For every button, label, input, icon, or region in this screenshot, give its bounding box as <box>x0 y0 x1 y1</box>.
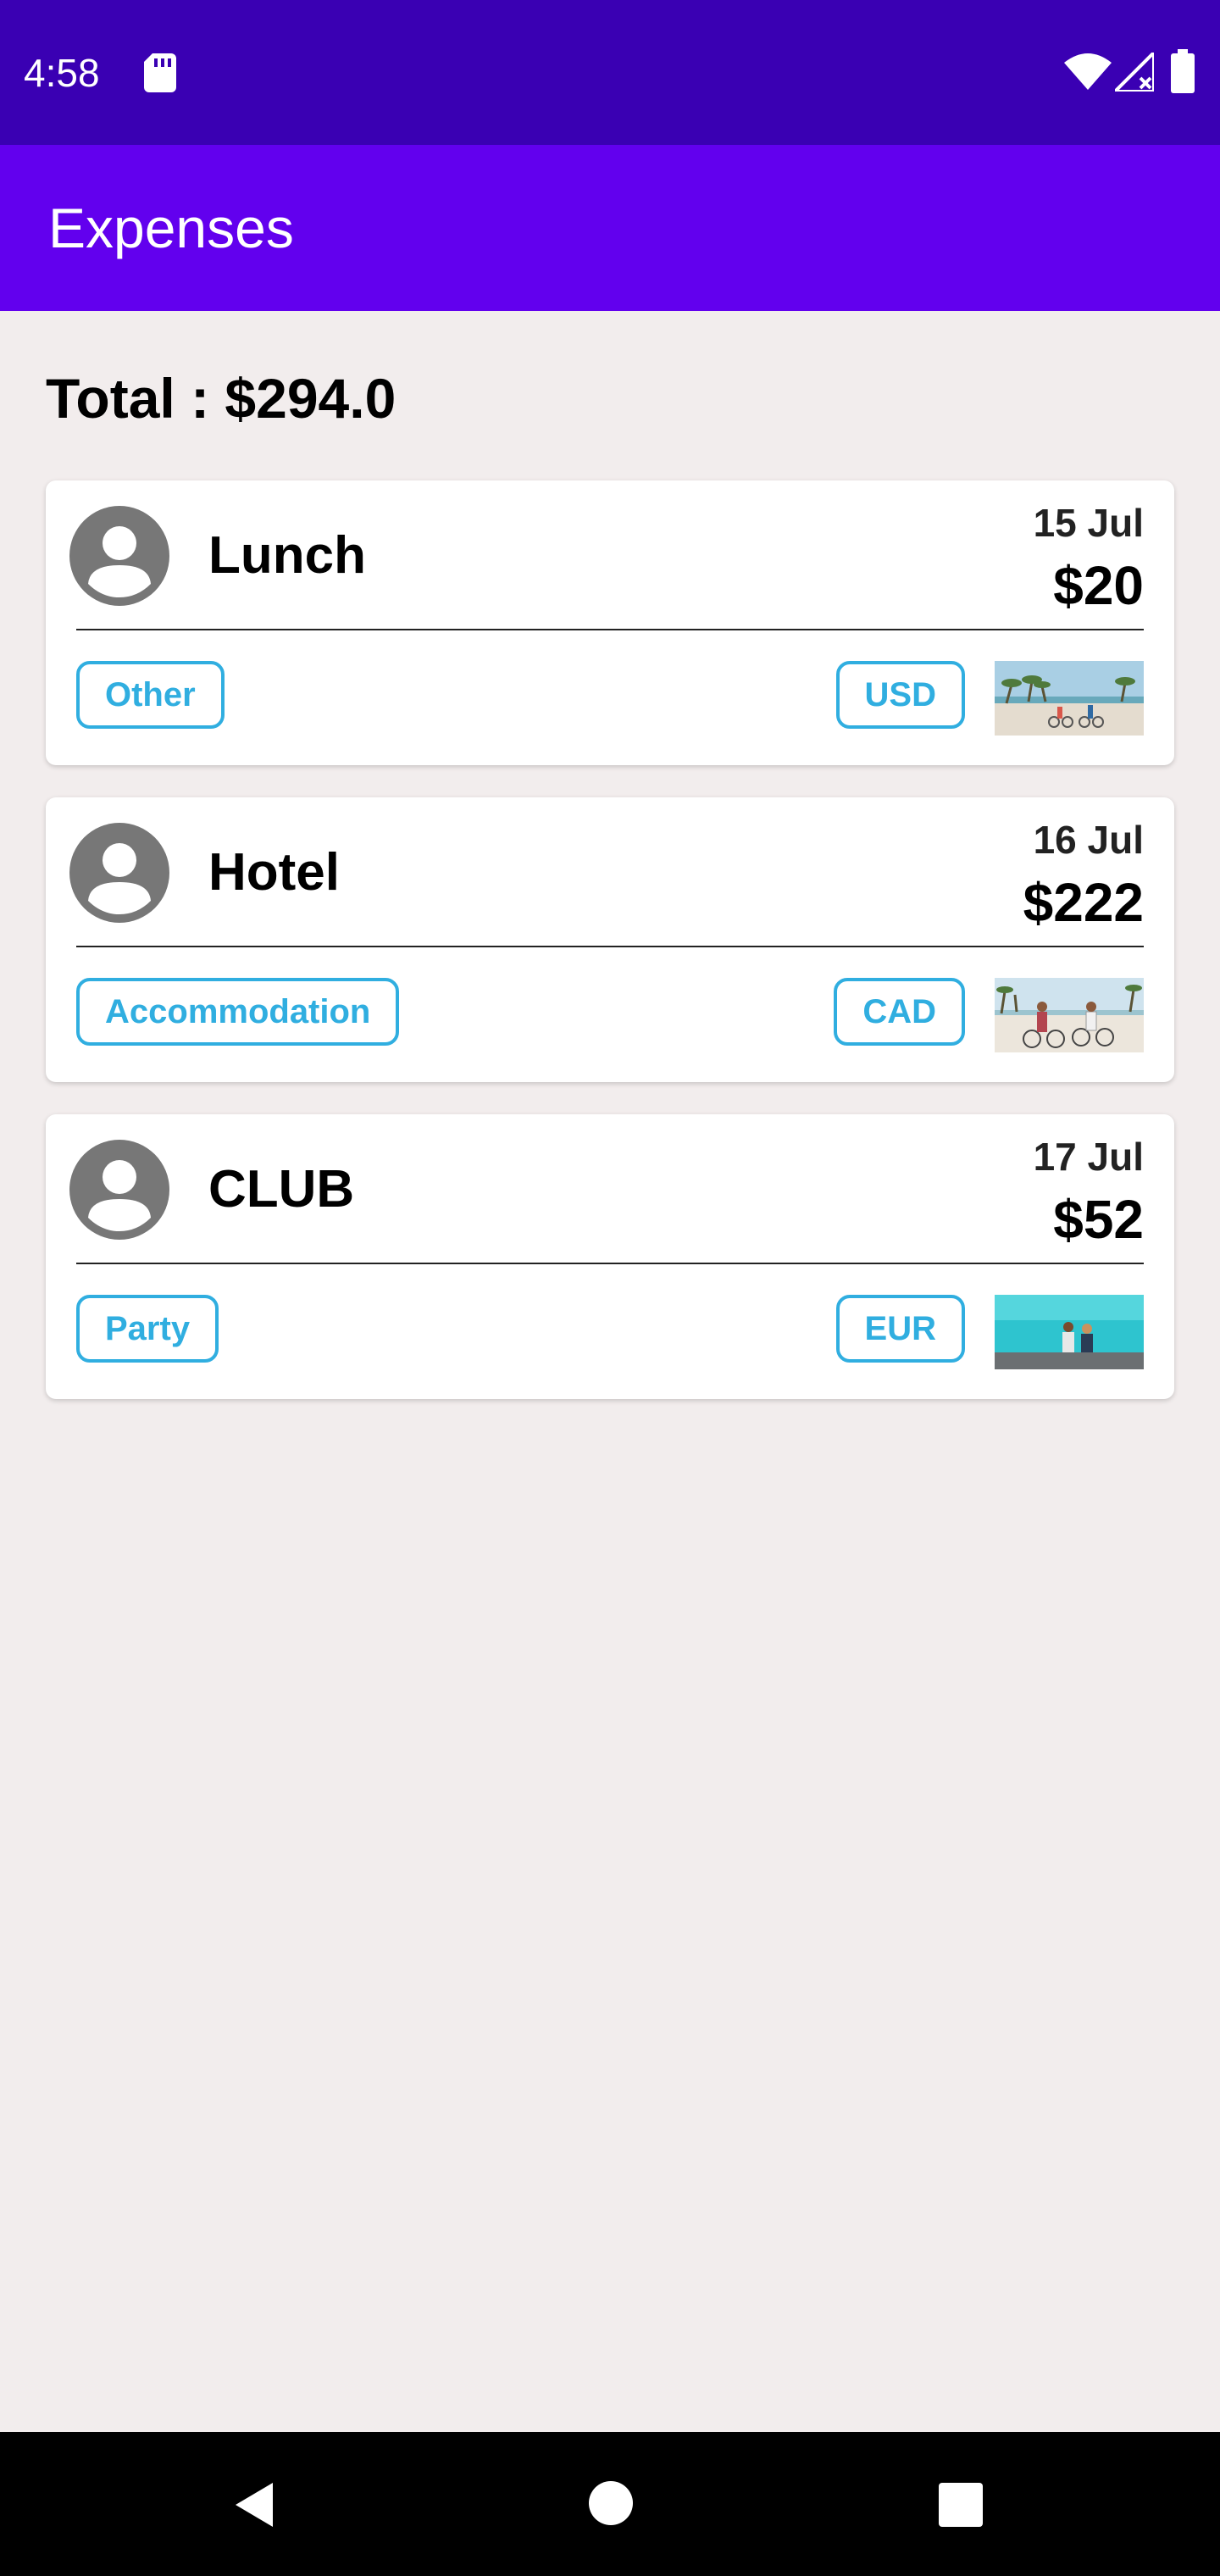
expense-title: Hotel <box>208 843 340 902</box>
expense-photo[interactable] <box>995 978 1144 1052</box>
divider <box>76 946 1144 947</box>
expense-title: CLUB <box>208 1160 355 1219</box>
back-icon[interactable] <box>229 2479 280 2530</box>
expense-title: Lunch <box>208 526 366 585</box>
expense-amount: $52 <box>1053 1189 1144 1250</box>
expense-card[interactable]: CLUB 17 Jul $52 Party EUR <box>46 1114 1174 1399</box>
battery-icon <box>1171 49 1195 93</box>
signal-icon <box>1115 53 1154 92</box>
avatar-icon <box>69 506 169 606</box>
expense-card[interactable]: Lunch 15 Jul $20 Other USD <box>46 480 1174 765</box>
status-bar: 4:58 <box>0 0 1220 145</box>
currency-chip[interactable]: CAD <box>834 978 965 1046</box>
navigation-bar <box>0 2432 1220 2576</box>
divider <box>76 1263 1144 1264</box>
category-chip[interactable]: Party <box>76 1295 219 1363</box>
divider <box>76 629 1144 630</box>
expense-date: 17 Jul <box>1033 1135 1144 1179</box>
total-amount: Total : $294.0 <box>46 367 396 430</box>
expense-amount: $222 <box>1023 872 1144 933</box>
expense-date: 16 Jul <box>1033 818 1144 862</box>
expense-card[interactable]: Hotel 16 Jul $222 Accommodation CAD <box>46 797 1174 1082</box>
expense-date: 15 Jul <box>1033 501 1144 545</box>
wifi-icon <box>1064 53 1112 90</box>
page-title: Expenses <box>48 197 294 259</box>
recents-icon[interactable] <box>937 2481 984 2529</box>
home-icon[interactable] <box>587 2479 635 2527</box>
avatar-icon <box>69 823 169 923</box>
currency-chip[interactable]: EUR <box>835 1295 965 1363</box>
currency-chip[interactable]: USD <box>835 661 965 729</box>
sd-card-icon <box>144 53 176 92</box>
expense-amount: $20 <box>1053 555 1144 616</box>
status-time: 4:58 <box>24 51 100 95</box>
app-bar: Expenses <box>0 145 1220 311</box>
expense-photo[interactable] <box>995 661 1144 736</box>
avatar-icon <box>69 1140 169 1240</box>
expense-photo[interactable] <box>995 1295 1144 1369</box>
category-chip[interactable]: Accommodation <box>76 978 400 1046</box>
category-chip[interactable]: Other <box>76 661 225 729</box>
